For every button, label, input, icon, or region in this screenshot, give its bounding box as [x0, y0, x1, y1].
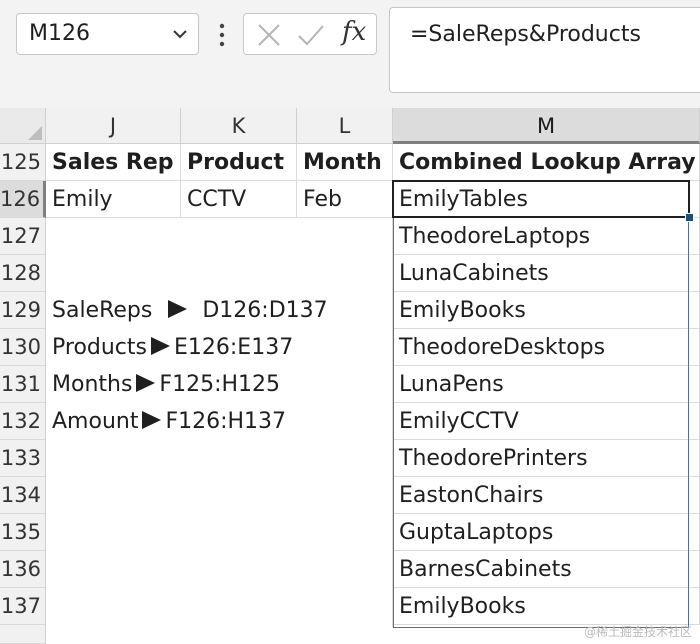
- range-address: D126:D137: [202, 298, 328, 323]
- combined-cell[interactable]: EmilyTables: [393, 181, 700, 218]
- row-header-128[interactable]: 128: [0, 255, 46, 292]
- range-name: SaleReps: [52, 298, 153, 323]
- combined-cell[interactable]: TheodorePrinters: [393, 440, 700, 477]
- triangle-right-icon: [142, 411, 162, 429]
- combined-cell[interactable]: LunaCabinets: [393, 255, 700, 292]
- cell-product-value[interactable]: CCTV: [181, 181, 297, 218]
- header-combined-lookup-array[interactable]: Combined Lookup Array: [393, 144, 700, 181]
- row-header-135[interactable]: 135: [0, 514, 46, 551]
- combined-cell[interactable]: EastonChairs: [393, 477, 700, 514]
- combined-cell[interactable]: TheodoreDesktops: [393, 329, 700, 366]
- fill-handle[interactable]: [685, 213, 694, 222]
- combined-cell[interactable]: LunaPens: [393, 366, 700, 403]
- header-month[interactable]: Month: [297, 144, 393, 181]
- range-address: F126:H137: [165, 409, 287, 434]
- row-header-134[interactable]: 134: [0, 477, 46, 514]
- range-address: F125:H125: [159, 372, 281, 397]
- formula-input[interactable]: =SaleReps&Products: [389, 7, 700, 93]
- cancel-icon[interactable]: [256, 22, 282, 48]
- range-name: Months: [52, 372, 133, 397]
- column-header-m[interactable]: M: [393, 108, 700, 144]
- row-header-127[interactable]: 127: [0, 218, 46, 255]
- named-range-label-amount: Amount F126:H137: [52, 403, 286, 440]
- insert-function-icon[interactable]: fx: [342, 14, 366, 50]
- triangle-right-icon: [151, 337, 170, 355]
- combined-cell[interactable]: EmilyBooks: [393, 588, 700, 625]
- row-header-partial: [0, 625, 46, 644]
- named-range-label-salereps: SaleReps D126:D137: [52, 292, 328, 329]
- cell-month-value[interactable]: Feb: [297, 181, 393, 218]
- formula-text: =SaleReps&Products: [410, 22, 641, 47]
- combined-cell[interactable]: EmilyCCTV: [393, 403, 700, 440]
- column-header-k[interactable]: K: [181, 108, 297, 144]
- range-address: E126:E137: [174, 335, 294, 360]
- named-range-label-products: Products E126:E137: [52, 329, 293, 366]
- combined-cell[interactable]: GuptaLaptops: [393, 514, 700, 551]
- range-name: Amount: [52, 409, 139, 434]
- row-header-137[interactable]: 137: [0, 588, 46, 625]
- chevron-down-icon[interactable]: [170, 14, 190, 54]
- row-header-125[interactable]: 125: [0, 144, 46, 181]
- triangle-right-icon: [168, 300, 188, 318]
- row-header-129[interactable]: 129: [0, 292, 46, 329]
- row-header-130[interactable]: 130: [0, 329, 46, 366]
- triangle-right-icon: [136, 374, 156, 392]
- watermark: @稀土掘金技术社区: [583, 625, 692, 639]
- combined-cell[interactable]: BarnesCabinets: [393, 551, 700, 588]
- header-sales-rep[interactable]: Sales Rep: [46, 144, 181, 181]
- row-header-131[interactable]: 131: [0, 366, 46, 403]
- name-box-value: M126: [29, 21, 90, 46]
- cell-sales-rep-value[interactable]: Emily: [46, 181, 181, 218]
- more-options-icon[interactable]: [215, 22, 229, 48]
- header-product[interactable]: Product: [181, 144, 297, 181]
- combined-cell[interactable]: EmilyBooks: [393, 292, 700, 329]
- row-header-126[interactable]: 126: [0, 181, 46, 218]
- column-header-l[interactable]: L: [297, 108, 393, 144]
- name-box[interactable]: M126: [16, 13, 199, 55]
- combined-cell[interactable]: TheodoreLaptops: [393, 218, 700, 255]
- confirm-check-icon[interactable]: [296, 22, 326, 48]
- named-range-label-months: Months F125:H125: [52, 366, 280, 403]
- row-header-133[interactable]: 133: [0, 440, 46, 477]
- range-name: Products: [52, 335, 147, 360]
- column-header-j[interactable]: J: [46, 108, 181, 144]
- select-all-corner[interactable]: [0, 108, 46, 144]
- formula-bar-area: M126 fx =SaleReps&Products: [0, 0, 700, 112]
- row-header-136[interactable]: 136: [0, 551, 46, 588]
- row-header-132[interactable]: 132: [0, 403, 46, 440]
